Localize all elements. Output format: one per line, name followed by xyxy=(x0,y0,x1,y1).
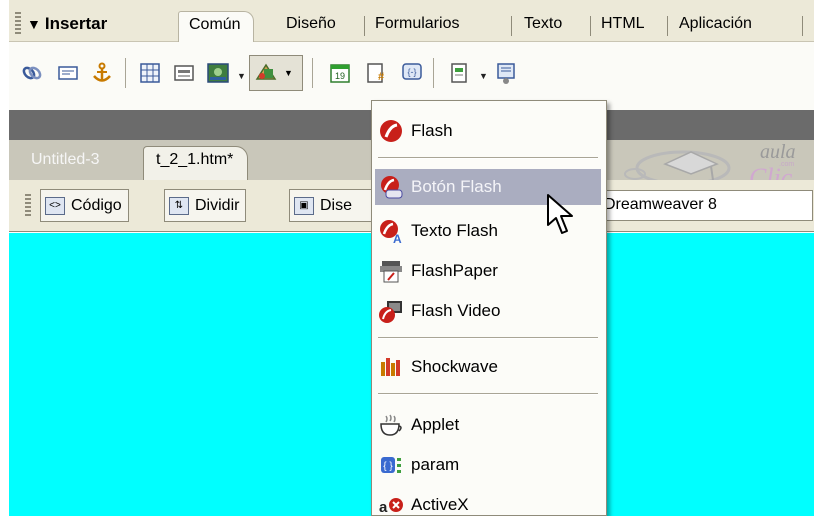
media-icon[interactable]: ▼ xyxy=(249,55,303,91)
menu-item-label: Flash Video xyxy=(411,301,501,320)
template-icon[interactable] xyxy=(447,60,473,86)
flash-icon xyxy=(375,115,407,147)
media-dropdown-arrow-icon[interactable]: ▼ xyxy=(284,68,293,78)
menu-item-shockwave[interactable]: Shockwave xyxy=(375,349,601,385)
svg-text:19: 19 xyxy=(335,71,345,81)
design-view-icon: ▣ xyxy=(294,196,314,215)
menu-item-label: ActiveX xyxy=(411,495,469,514)
document-tab-label: Untitled-3 xyxy=(31,151,100,168)
tab-label: Aplicación xyxy=(679,15,752,32)
code-view-label: Código xyxy=(71,196,122,214)
menu-item-flash[interactable]: Flash xyxy=(375,113,601,149)
split-view-label: Dividir xyxy=(195,196,240,214)
document-tab-untitled[interactable]: Untitled-3 xyxy=(31,151,99,169)
design-view-button[interactable]: ▣ Dise xyxy=(289,189,377,222)
image-dropdown-arrow-icon[interactable]: ▼ xyxy=(237,71,246,81)
menu-item-label: Texto Flash xyxy=(411,221,498,240)
tab-label: Común xyxy=(189,16,241,33)
flashpaper-icon xyxy=(375,255,407,287)
svg-text:#: # xyxy=(378,71,384,83)
collapse-triangle-icon[interactable]: ▼ xyxy=(27,16,41,32)
dreamweaver-window: ▼ Insertar Común Diseño Formularios Texto… xyxy=(9,0,814,516)
menu-item-applet[interactable]: Applet xyxy=(375,407,601,443)
menu-item-flashpaper[interactable]: FlashPaper xyxy=(375,253,601,289)
split-view-icon: ⇅ xyxy=(169,196,189,215)
applet-icon xyxy=(375,409,407,441)
shockwave-icon xyxy=(375,351,407,383)
insert-bar: ▼ Insertar Común Diseño Formularios Texto… xyxy=(9,0,814,42)
comment-icon[interactable]: # xyxy=(363,60,389,86)
document-tab-active[interactable]: t_2_1.htm* xyxy=(143,146,249,180)
server-icon[interactable] xyxy=(493,60,519,86)
tab-divider xyxy=(511,16,512,36)
code-view-icon: <> xyxy=(45,196,65,215)
tab-comun[interactable]: Común xyxy=(178,11,254,42)
flash-button-icon xyxy=(375,171,407,203)
tab-diseno[interactable]: Diseño xyxy=(286,15,336,33)
svg-text:{-}: {-} xyxy=(407,67,416,77)
tab-divider xyxy=(590,16,591,36)
activex-icon: a xyxy=(375,489,407,516)
toolbar-divider xyxy=(125,58,126,88)
date-icon[interactable]: 19 xyxy=(327,60,353,86)
insert-title-label: Insertar xyxy=(44,14,108,33)
toolbar-divider xyxy=(312,58,313,88)
svg-text:aula: aula xyxy=(760,141,796,163)
menu-item-label: Flash xyxy=(411,121,453,140)
tab-label: Formularios xyxy=(375,15,460,32)
table-icon[interactable] xyxy=(137,60,163,86)
named-anchor-icon[interactable] xyxy=(89,60,115,86)
panel-grip[interactable] xyxy=(15,12,21,34)
tab-label: Texto xyxy=(524,15,563,32)
media-dropdown-menu: Flash Botón Flash A Texto Flash FlashPap… xyxy=(371,100,607,516)
image-icon[interactable] xyxy=(205,60,231,86)
menu-separator xyxy=(378,337,598,339)
svg-text:{ }: { } xyxy=(383,461,393,472)
code-view-button[interactable]: <> Código xyxy=(40,189,129,222)
menu-item-label: Botón Flash xyxy=(411,177,502,196)
tab-label: HTML xyxy=(601,15,645,32)
flash-text-icon: A xyxy=(375,215,407,247)
layer-icon[interactable] xyxy=(171,60,197,86)
tab-divider xyxy=(667,16,668,36)
template-dropdown-arrow-icon[interactable]: ▼ xyxy=(479,71,488,81)
toolbar-divider xyxy=(433,58,434,88)
tab-texto[interactable]: Texto xyxy=(524,15,562,33)
flash-video-icon xyxy=(375,295,407,327)
menu-item-label: FlashPaper xyxy=(411,261,498,280)
insert-panel-title[interactable]: ▼ Insertar xyxy=(27,14,107,34)
tab-label: Diseño xyxy=(286,15,336,32)
menu-item-param[interactable]: { } param xyxy=(375,447,601,483)
hyperlink-icon[interactable] xyxy=(19,60,45,86)
mouse-pointer-icon xyxy=(547,194,573,234)
tag-chooser-icon[interactable]: {-} xyxy=(399,60,425,86)
split-view-button[interactable]: ⇅ Dividir xyxy=(164,189,247,222)
svg-text:a: a xyxy=(379,499,388,516)
menu-item-activex[interactable]: a ActiveX xyxy=(375,487,601,516)
menu-item-flash-video[interactable]: Flash Video xyxy=(375,293,601,329)
design-view-label: Dise xyxy=(320,196,353,214)
document-title-field[interactable]: Dreamweaver 8 xyxy=(591,190,813,221)
menu-item-label: Shockwave xyxy=(411,357,498,376)
menu-item-label: param xyxy=(411,455,460,474)
menu-separator xyxy=(378,393,598,395)
svg-text:A: A xyxy=(393,232,402,244)
tab-divider xyxy=(364,16,365,36)
menu-item-label: Applet xyxy=(411,415,460,434)
menu-separator xyxy=(378,157,598,159)
toolbar-grip[interactable] xyxy=(25,194,31,218)
document-tab-label: t_2_1.htm* xyxy=(156,151,234,168)
tab-aplicacion[interactable]: Aplicación xyxy=(679,15,752,33)
document-title-value: Dreamweaver 8 xyxy=(604,196,717,213)
tab-divider xyxy=(802,16,803,36)
tab-html[interactable]: HTML xyxy=(601,15,645,33)
tab-formularios[interactable]: Formularios xyxy=(375,15,459,33)
param-icon: { } xyxy=(375,449,407,481)
email-link-icon[interactable] xyxy=(55,60,81,86)
